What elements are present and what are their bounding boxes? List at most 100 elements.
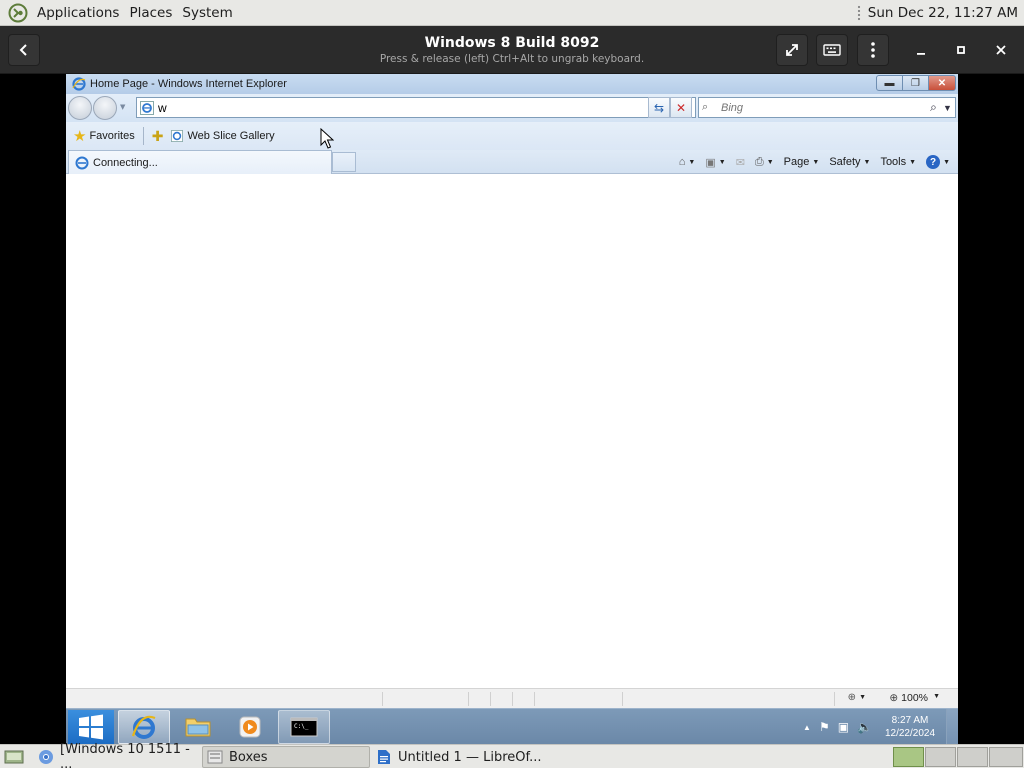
search-icon[interactable]: ⌕ [930,100,937,115]
add-to-favorites-bar-icon[interactable]: ✚ [152,128,164,145]
vm-display[interactable]: Home Page - Windows Internet Explorer ▬ … [66,74,958,744]
status-divider [512,692,513,706]
help-menu[interactable]: ? ▼ [922,155,954,169]
tab-home-page[interactable]: Connecting... [68,150,332,174]
applications-menu[interactable]: Applications [32,5,124,21]
forward-nav-button[interactable] [93,96,117,120]
taskbar-item-libreoffice[interactable]: Untitled 1 — LibreOf... [372,746,552,768]
home-button[interactable]: ⌂ ▼ [675,156,700,168]
start-button[interactable] [68,710,114,744]
zoom-dropdown-icon[interactable]: ▼ [933,693,940,700]
workspace-2[interactable] [925,747,956,767]
search-input[interactable] [721,101,927,114]
ie-close-button[interactable]: ✕ [928,75,956,91]
places-menu[interactable]: Places [124,5,177,21]
dropdown-arrow-icon: ▼ [863,158,871,166]
feeds-button[interactable]: ▣ ▼ [701,156,729,169]
ie-restore-button[interactable]: ❐ [902,75,929,91]
show-desktop-button[interactable] [946,709,958,744]
host-top-panel: Applications Places System Sun Dec 22, 1… [0,0,1024,26]
web-slice-gallery-link[interactable]: Web Slice Gallery [171,130,275,142]
recent-pages-dropdown-icon[interactable]: ▼ [120,103,125,111]
globe-shield-icon: ⊕ [847,692,857,703]
tools-menu-label: Tools [880,156,907,168]
volume-icon[interactable]: 🔈 [857,720,872,734]
dropdown-arrow-icon: ▼ [859,694,866,701]
status-divider [382,692,383,706]
menu-button[interactable] [857,34,889,66]
more-vertical-icon [871,42,875,58]
ie-title-bar[interactable]: Home Page - Windows Internet Explorer ▬ … [66,74,958,94]
refresh-button[interactable]: ⇆ [648,97,670,118]
help-icon: ? [926,155,941,169]
panel-handle-icon[interactable] [856,4,861,21]
home-icon: ⌂ [678,156,686,168]
host-bottom-panel: [Windows 10 1511 - ... Boxes Untitled 1 … [0,742,1024,768]
address-input[interactable] [158,100,679,115]
zoom-level[interactable]: ⊕ 100% [889,692,928,704]
stop-button[interactable]: ✕ [670,97,692,118]
page-content[interactable] [66,128,958,688]
workspace-4[interactable] [989,747,1023,767]
page-ie-icon [171,130,184,142]
media-player-icon [239,716,261,738]
status-divider [622,692,623,706]
safety-menu[interactable]: Safety ▼ [825,156,874,168]
read-mail-button[interactable]: ✉ [732,156,749,169]
favorites-star-icon: ★ [73,128,87,145]
ie-minimize-button[interactable]: ▬ [876,75,903,91]
taskbar-command-prompt[interactable]: C:\_ [278,710,330,744]
workspace-1[interactable] [893,747,924,767]
workspace-3[interactable] [957,747,988,767]
host-clock[interactable]: Sun Dec 22, 11:27 AM [868,5,1024,21]
windows-clock[interactable]: 8:27 AM 12/22/2024 [880,714,940,740]
show-hidden-icons-icon[interactable]: ▲ [803,723,811,732]
show-desktop-host-button[interactable] [0,746,30,768]
printer-icon: ⎙ [754,155,764,168]
web-slice-gallery-label: Web Slice Gallery [187,130,275,142]
status-divider [834,692,835,706]
search-box[interactable]: ⌕ ⌕ ▼ [698,97,956,118]
minimize-button[interactable] [905,34,937,66]
rss-feed-icon: ▣ [705,156,716,169]
tab-label: Connecting... [93,156,158,169]
print-button[interactable]: ⎙ ▼ [751,156,778,169]
taskbar-item-boxes[interactable]: Boxes [202,746,370,768]
safety-menu-label: Safety [829,156,861,168]
ie-navigation-bar: ▼ ▼ ⇆ ✕ ⌕ ⌕ ▼ [66,94,958,122]
address-bar[interactable]: ▼ [136,97,696,118]
maximize-button[interactable] [945,34,977,66]
taskbar-media-player[interactable] [224,710,276,744]
keyboard-button[interactable] [816,34,848,66]
mouse-cursor-icon [320,128,334,149]
taskbar-item-label: Boxes [229,749,268,765]
fullscreen-button[interactable] [776,34,808,66]
close-button[interactable] [985,34,1017,66]
taskbar-file-explorer[interactable] [172,710,224,744]
page-menu[interactable]: Page ▼ [780,156,824,168]
ie-status-bar: ⊕ ▼ ⊕ 100% ▼ [66,688,958,708]
back-button[interactable] [8,34,40,66]
network-icon[interactable]: ▣ [838,720,849,734]
new-tab-button[interactable] [332,152,356,172]
windows-time: 8:27 AM [891,715,929,726]
system-menu[interactable]: System [177,5,237,21]
stop-icon: ✕ [675,100,687,115]
taskbar-item-windows-10[interactable]: [Windows 10 1511 - ... [34,742,200,768]
loading-ie-icon [75,156,89,169]
dropdown-arrow-icon: ▼ [688,158,696,166]
chromium-icon [39,750,53,764]
action-center-flag-icon[interactable]: ⚑ [819,720,830,734]
search-provider-icon: ⌕ [702,101,709,113]
favorites-bar: ★ Favorites ✚ Web Slice Gallery [66,122,958,150]
mate-logo-icon[interactable] [8,3,28,23]
favorites-button[interactable]: Favorites [89,130,134,142]
back-nav-button[interactable] [68,96,92,120]
taskbar-item-label: [Windows 10 1511 - ... [60,742,190,768]
search-options-icon[interactable]: ▼ [943,103,952,113]
ie-logo-icon [131,715,156,739]
folder-icon [185,718,211,737]
taskbar-internet-explorer[interactable] [118,710,170,744]
protected-mode-indicator[interactable]: ⊕ ▼ [848,692,866,703]
tools-menu[interactable]: Tools ▼ [876,156,920,168]
